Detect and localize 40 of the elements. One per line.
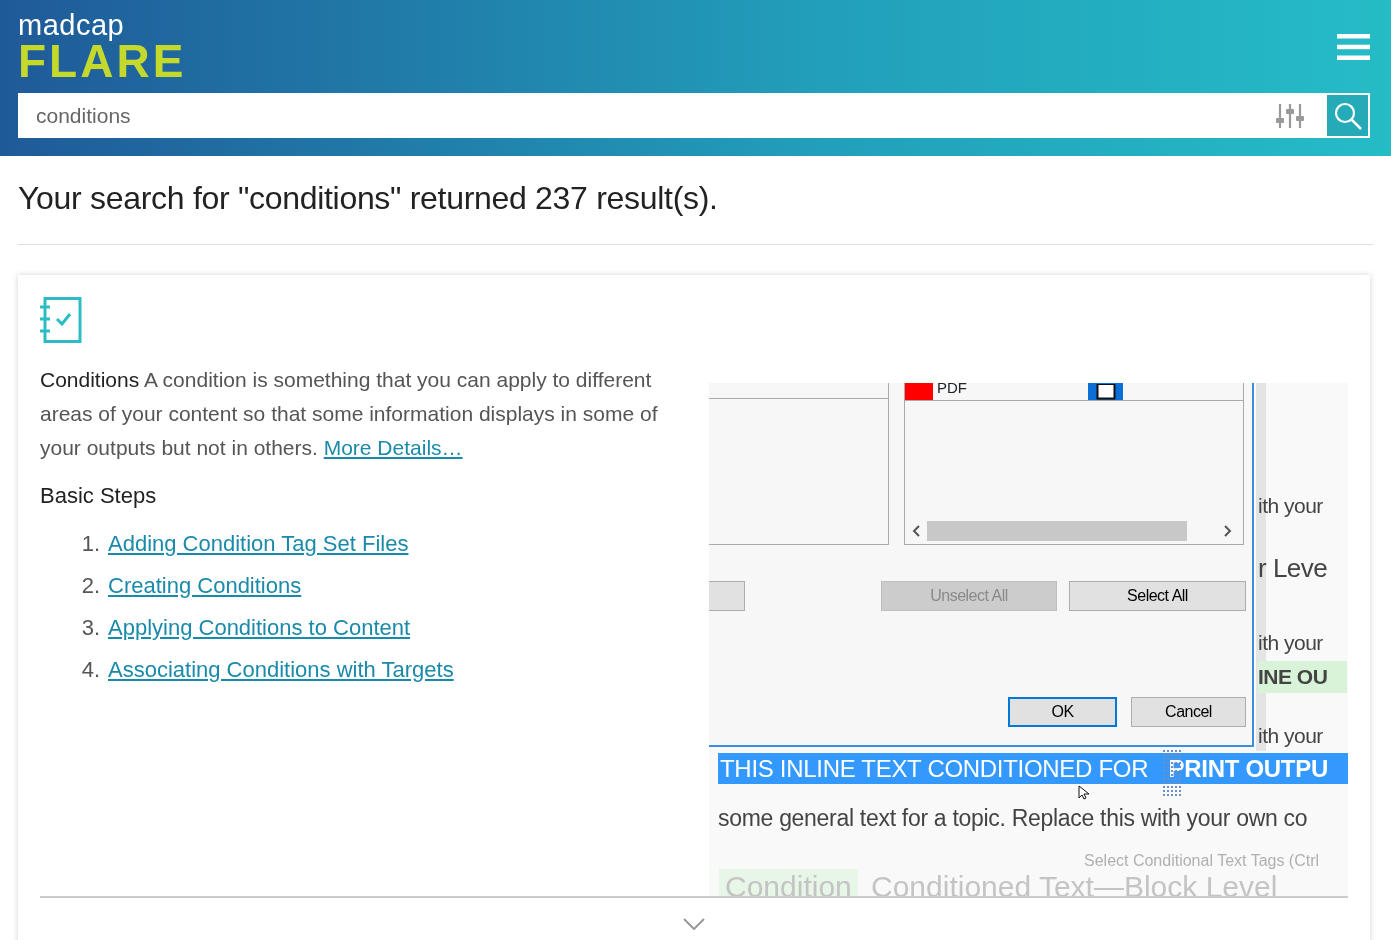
steps-heading: Basic Steps	[40, 482, 158, 510]
list-item-label: PDF	[936, 383, 968, 398]
chevron-down-icon[interactable]	[683, 918, 705, 930]
document-text: some general text for a topic. Replace this with your own co	[718, 804, 1308, 833]
dialog-button[interactable]: Cancel	[1131, 697, 1246, 727]
tooltip-text: Select Conditional Text Tags (Ctrl	[1084, 851, 1320, 871]
step-number: 1.	[80, 529, 100, 558]
dialog-button: Unselect All	[881, 581, 1057, 611]
search-button[interactable]	[1324, 93, 1370, 138]
results-summary: Your search for "conditions" returned 237 result(s).	[18, 174, 1373, 245]
step-number: 4.	[80, 655, 100, 684]
dialog-button[interactable]: Select All	[1069, 581, 1246, 611]
dialog-button[interactable]: OK	[1008, 697, 1117, 727]
highlighted-text: THIS INLINE TEXT CONDITIONED FOR PRINT OUTPU	[718, 753, 1348, 784]
document-text: INE OU	[1258, 661, 1348, 693]
document-text: ith your	[1258, 493, 1323, 519]
scrollbar-thumb[interactable]	[927, 521, 1187, 541]
list-row[interactable]: PDF	[905, 383, 1243, 401]
dialog-button[interactable]	[709, 581, 745, 611]
step-link[interactable]: Associating Conditions with Targets	[108, 652, 454, 686]
document-text: ith your	[1258, 630, 1323, 656]
filter-sliders-icon[interactable]	[1276, 102, 1304, 129]
search-input[interactable]: conditions	[18, 98, 1276, 133]
checkbox[interactable]	[1088, 383, 1123, 400]
search-icon	[1332, 100, 1363, 131]
document-text: ith your	[1258, 723, 1323, 749]
step-link[interactable]: Applying Conditions to Content	[108, 610, 411, 644]
document-text: r Leve	[1258, 552, 1328, 585]
step-link[interactable]: Creating Conditions	[108, 568, 302, 602]
result-description: Conditions A condition is something that you can apply to different areas of your content so that some information displays in some of your outputs but not in others. More Details…	[40, 367, 659, 461]
step-number: 2.	[80, 571, 100, 600]
step-link[interactable]: Adding Condition Tag Set Files	[108, 526, 409, 560]
more-details-link[interactable]: More Details…	[323, 436, 463, 459]
search-field[interactable]: conditions	[18, 93, 1324, 138]
menu-icon[interactable]	[1337, 34, 1370, 60]
notebook-check-icon	[40, 297, 82, 343]
step-number: 3.	[80, 613, 100, 642]
logo-top-text: madcap	[18, 10, 126, 40]
logo-bottom-text: FLARE	[18, 40, 187, 82]
mouse-pointer-icon	[1078, 785, 1091, 800]
